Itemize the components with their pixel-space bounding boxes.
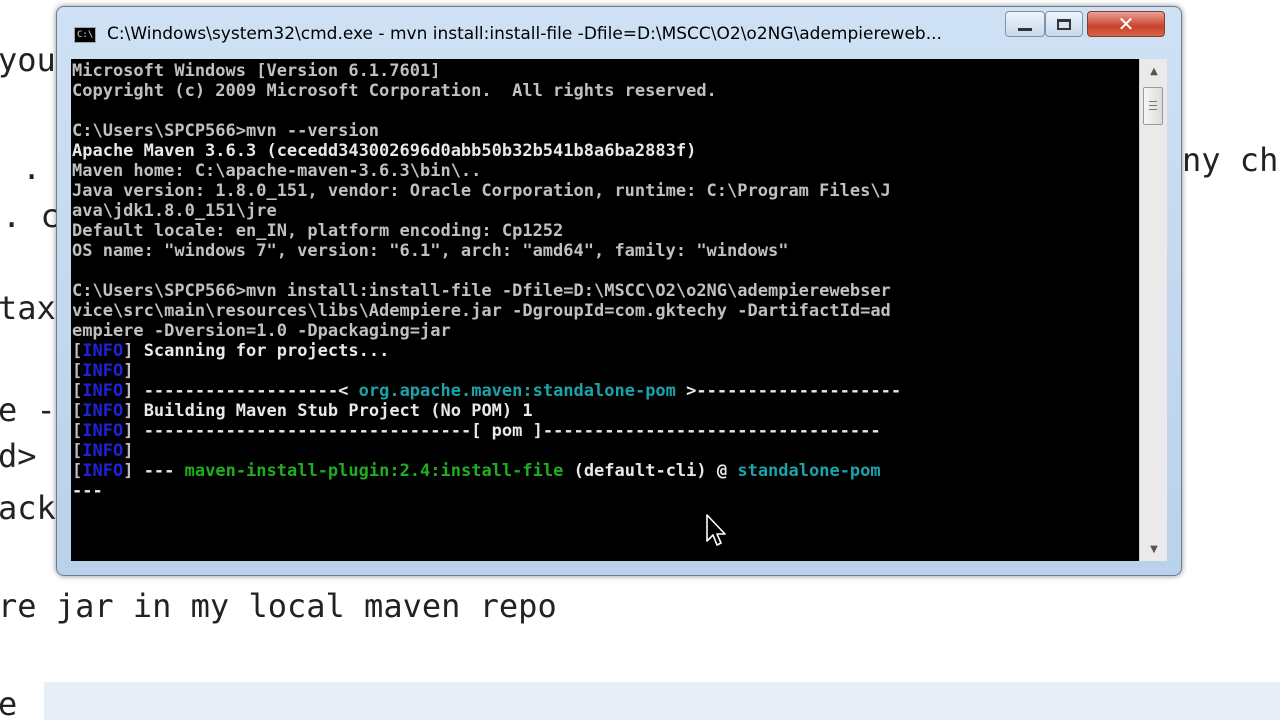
console-line: empiere -Dversion=1.0 -Dpackaging=jar xyxy=(72,321,451,341)
info-separator: -------------------< xyxy=(133,381,359,401)
console-line: [INFO] --- maven-install-plugin:2.4:inst… xyxy=(72,461,1138,481)
info-tag: INFO xyxy=(82,381,124,401)
editor-text-line: e xyxy=(0,685,18,723)
info-separator: >-------------------- xyxy=(675,381,902,401)
editor-text-line: . c xyxy=(2,197,60,235)
info-bracket: ] xyxy=(123,401,134,421)
info-bracket: ] xyxy=(123,421,134,441)
window-title: C:\Windows\system32\cmd.exe - mvn instal… xyxy=(107,24,942,44)
execution-id: (default-cli) @ xyxy=(563,461,738,481)
info-bracket: [ xyxy=(72,341,83,361)
info-tag: INFO xyxy=(82,401,124,421)
info-bracket: [ xyxy=(72,381,83,401)
info-tag: INFO xyxy=(82,421,124,441)
info-message: Scanning for projects... xyxy=(133,341,390,361)
console-line: Microsoft Windows [Version 6.1.7601] xyxy=(72,61,441,81)
info-bracket: ] xyxy=(123,381,134,401)
info-tag: INFO xyxy=(82,341,124,361)
close-button[interactable]: ✕ xyxy=(1087,11,1165,37)
console-line: Maven home: C:\apache-maven-3.6.3\bin\.. xyxy=(72,161,482,181)
console-line: [INFO] -------------------< org.apache.m… xyxy=(72,381,1138,401)
console-line: [INFO] xyxy=(72,441,1138,461)
console-line: ava\jdk1.8.0_151\jre xyxy=(72,201,277,221)
info-bracket: [ xyxy=(72,441,83,461)
editor-text-line: e - xyxy=(0,391,56,429)
console-line: C:\Users\SPCP566>mvn --version xyxy=(72,121,380,141)
maximize-icon xyxy=(1057,18,1071,30)
info-bracket: ] xyxy=(123,341,134,361)
console-line: Copyright (c) 2009 Microsoft Corporation… xyxy=(72,81,717,101)
console-line: [INFO] Building Maven Stub Project (No P… xyxy=(72,401,1138,421)
grip-line xyxy=(1149,101,1157,102)
console-line: [INFO] xyxy=(72,361,1138,381)
info-bracket: [ xyxy=(72,361,83,381)
console-line: vice\src\main\resources\libs\Adempiere.j… xyxy=(72,301,891,321)
info-tag: INFO xyxy=(82,361,124,381)
maximize-button[interactable] xyxy=(1045,11,1083,37)
editor-text-line: you xyxy=(0,41,56,79)
console-line: --- xyxy=(72,481,103,501)
editor-text-line: tax xyxy=(0,289,56,327)
info-bracket: ] xyxy=(123,441,134,461)
plugin-goal: maven-install-plugin:2.4:install-file xyxy=(184,461,564,481)
close-icon: ✕ xyxy=(1117,12,1135,36)
editor-highlight-bar xyxy=(44,682,1280,720)
console-output[interactable]: Microsoft Windows [Version 6.1.7601] Cop… xyxy=(71,59,1139,561)
info-separator: --------------------------------[ pom ]-… xyxy=(133,421,881,441)
info-bracket: [ xyxy=(72,401,83,421)
info-bracket: [ xyxy=(72,421,83,441)
console-line: Apache Maven 3.6.3 (cecedd343002696d0abb… xyxy=(72,141,697,161)
grip-line xyxy=(1149,105,1157,106)
console-line: [INFO] --------------------------------[… xyxy=(72,421,1138,441)
editor-text-line: . xyxy=(22,149,42,187)
info-bracket: [ xyxy=(72,461,83,481)
editor-text-line: ny ch xyxy=(1182,141,1279,179)
scroll-down-arrow-icon[interactable]: ▼ xyxy=(1140,537,1168,561)
info-bracket: ] xyxy=(123,461,134,481)
editor-text-line: d> xyxy=(0,437,37,475)
console-line: OS name: "windows 7", version: "6.1", ar… xyxy=(72,241,789,261)
vertical-scrollbar[interactable]: ▲ ▼ xyxy=(1139,59,1167,561)
console-line: [INFO] Scanning for projects... xyxy=(72,341,1138,361)
console-line: Java version: 1.8.0_151, vendor: Oracle … xyxy=(72,181,891,201)
cmd-icon: C:\ xyxy=(74,27,96,43)
info-tag: INFO xyxy=(82,441,124,461)
scroll-up-arrow-icon[interactable]: ▲ xyxy=(1140,59,1168,83)
title-bar[interactable]: C:\ C:\Windows\system32\cmd.exe - mvn in… xyxy=(57,7,1181,59)
info-tag: INFO xyxy=(82,461,124,481)
grip-line xyxy=(1149,109,1157,110)
info-bracket: ] xyxy=(123,361,134,381)
info-artifact: org.apache.maven:standalone-pom xyxy=(358,381,676,401)
cmd-window: C:\ C:\Windows\system32\cmd.exe - mvn in… xyxy=(56,6,1182,576)
minimize-button[interactable] xyxy=(1005,11,1045,37)
info-message: Building Maven Stub Project (No POM) 1 xyxy=(133,401,533,421)
mouse-pointer-icon xyxy=(706,514,726,546)
console-line: Default locale: en_IN, platform encoding… xyxy=(72,221,564,241)
project-name: standalone-pom xyxy=(737,461,881,481)
info-separator: --- xyxy=(133,461,185,481)
console-line: C:\Users\SPCP566>mvn install:install-fil… xyxy=(72,281,891,301)
editor-text-line: re jar in my local maven repo xyxy=(0,587,557,625)
minimize-icon xyxy=(1018,27,1032,31)
editor-text-line: ack xyxy=(0,489,56,527)
scroll-thumb[interactable] xyxy=(1143,87,1163,125)
